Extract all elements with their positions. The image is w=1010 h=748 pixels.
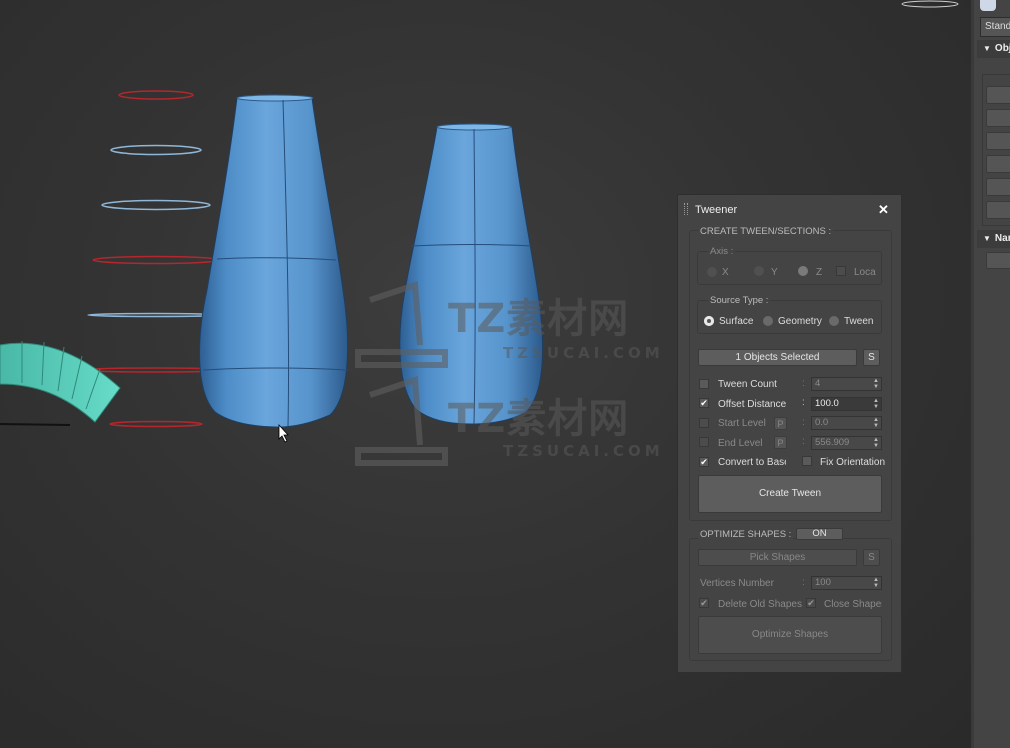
offset-distance-spinner[interactable]: 100.0 ▲ ▼ [811,397,882,411]
axis-label: Axis : [708,246,736,257]
tween-count-value: 4 [815,378,821,389]
source-surface-radio[interactable] [704,316,714,326]
optimize-shapes-button[interactable]: Optimize Shapes [698,616,882,654]
end-level-value: 556.909 [815,437,850,448]
tweener-titlebar[interactable]: Tweener ✕ [678,195,901,223]
vertices-number-colon: : [802,577,805,588]
source-type-label: Source Type : [708,295,771,306]
convert-to-base-label: Convert to Base [718,457,786,468]
source-tween-radio[interactable] [829,316,839,326]
name-field[interactable] [986,252,1010,269]
rollout-name-color-label: Nar [994,233,1010,244]
tween-count-spinner[interactable]: 4 ▲ ▼ [811,377,882,391]
pick-shapes-button[interactable]: Pick Shapes [698,549,857,566]
fix-orientation-checkbox[interactable] [802,456,812,466]
axis-x-radio[interactable] [707,267,717,277]
axis-z-label: Z [816,267,823,278]
object-button-3[interactable] [986,132,1010,150]
vertices-number-label: Vertices Number [700,578,774,589]
spinner-arrows-icon[interactable]: ▲ ▼ [873,437,879,449]
spinner-arrows-icon[interactable]: ▲ ▼ [873,378,879,390]
offset-distance-colon: : [802,397,805,408]
watermark-brand-1: TZ素材网 [448,296,630,342]
vase-left [199,94,349,428]
end-level-pick-button[interactable]: P [774,436,787,449]
delete-old-shapes-label: Delete Old Shapes [718,599,802,610]
source-surface-label: Surface [719,316,754,327]
tween-count-checkbox[interactable] [699,379,709,389]
local-label: Loca [854,267,876,278]
source-geometry-radio[interactable] [763,316,773,326]
geometry-category-icon[interactable] [980,0,996,11]
axis-z-radio[interactable] [798,266,808,276]
spinner-arrows-icon[interactable]: ▲ ▼ [873,398,879,410]
create-tween-label: CREATE TWEEN/SECTIONS : [698,226,834,237]
rollout-arrow-icon: ▼ [983,234,991,243]
mouse-cursor-icon [278,423,289,443]
offset-distance-value: 100.0 [815,398,839,409]
object-button-2[interactable] [986,109,1010,127]
rollout-object-type-label: Obj [994,43,1010,54]
object-button-1[interactable] [986,86,1010,104]
source-tween-label: Tween [844,316,874,327]
vertices-number-value: 100 [815,577,831,588]
offset-distance-label: Offset Distance [718,399,787,410]
axis-x-label: X [722,267,729,278]
spline-section-2 [110,144,202,156]
view-cube-icon [901,0,959,8]
end-level-colon: : [802,436,805,447]
start-level-checkbox[interactable] [699,418,709,428]
teal-arc-object [0,341,121,426]
watermark-site-2: TZSUCAI.COM [503,442,664,460]
start-level-spinner[interactable]: 0.0 ▲ ▼ [811,416,882,430]
close-shapes-checkbox[interactable]: ✔ [806,598,816,608]
object-type-dropdown[interactable]: Standa [980,17,1010,37]
start-level-pick-button[interactable]: P [774,417,787,430]
offset-distance-checkbox[interactable]: ✔ [699,398,709,408]
start-level-label: Start Level [718,418,766,429]
axis-y-radio[interactable] [754,266,764,276]
spline-section-7 [109,420,203,428]
tweener-dialog: Tweener ✕ CREATE TWEEN/SECTIONS : Axis :… [677,194,902,673]
tween-count-label: Tween Count [718,379,777,390]
spline-section-1 [118,90,194,100]
start-level-colon: : [802,417,805,428]
rollout-object-type[interactable]: ▼ Obj [977,40,1010,58]
tweener-title: Tweener [695,204,738,216]
end-level-spinner[interactable]: 556.909 ▲ ▼ [811,436,882,450]
delete-old-shapes-checkbox[interactable]: ✔ [699,598,709,608]
source-geometry-label: Geometry [778,316,822,327]
rollout-name-color[interactable]: ▼ Nar [977,230,1010,248]
watermark-brand-2: TZ素材网 [448,396,630,442]
local-checkbox[interactable] [836,266,846,276]
spline-section-4 [92,255,220,265]
spinner-arrows-icon[interactable]: ▲ ▼ [873,577,879,589]
end-level-label: End Level [718,438,763,449]
rollout-arrow-icon: ▼ [983,44,991,53]
select-s-button[interactable]: S [863,349,880,366]
objects-selected-button[interactable]: 1 Objects Selected [698,349,857,366]
axis-y-label: Y [771,267,778,278]
object-button-6[interactable] [986,201,1010,219]
optimize-on-toggle[interactable]: ON [796,528,843,540]
vertices-number-spinner[interactable]: 100 ▲ ▼ [811,576,882,590]
watermark-site-1: TZSUCAI.COM [503,344,664,362]
vase-right [399,123,544,425]
close-icon[interactable]: ✕ [878,202,889,218]
command-panel: Standa ▼Obj ▼Nar [971,0,1010,748]
close-shapes-label: Close Shapes [824,599,882,610]
spline-section-3 [101,199,211,211]
tween-count-colon: : [802,378,805,389]
drag-grip-icon[interactable] [684,203,688,215]
fix-orientation-label: Fix Orientation [820,457,886,468]
start-level-value: 0.0 [815,417,829,428]
spinner-arrows-icon[interactable]: ▲ ▼ [873,417,879,429]
pick-shapes-s-button[interactable]: S [863,549,880,566]
optimize-shapes-label: OPTIMIZE SHAPES : [698,529,794,540]
end-level-checkbox[interactable] [699,437,709,447]
object-button-5[interactable] [986,178,1010,196]
convert-to-base-checkbox[interactable]: ✔ [699,457,709,467]
object-button-4[interactable] [986,155,1010,173]
create-tween-button[interactable]: Create Tween [698,475,882,513]
